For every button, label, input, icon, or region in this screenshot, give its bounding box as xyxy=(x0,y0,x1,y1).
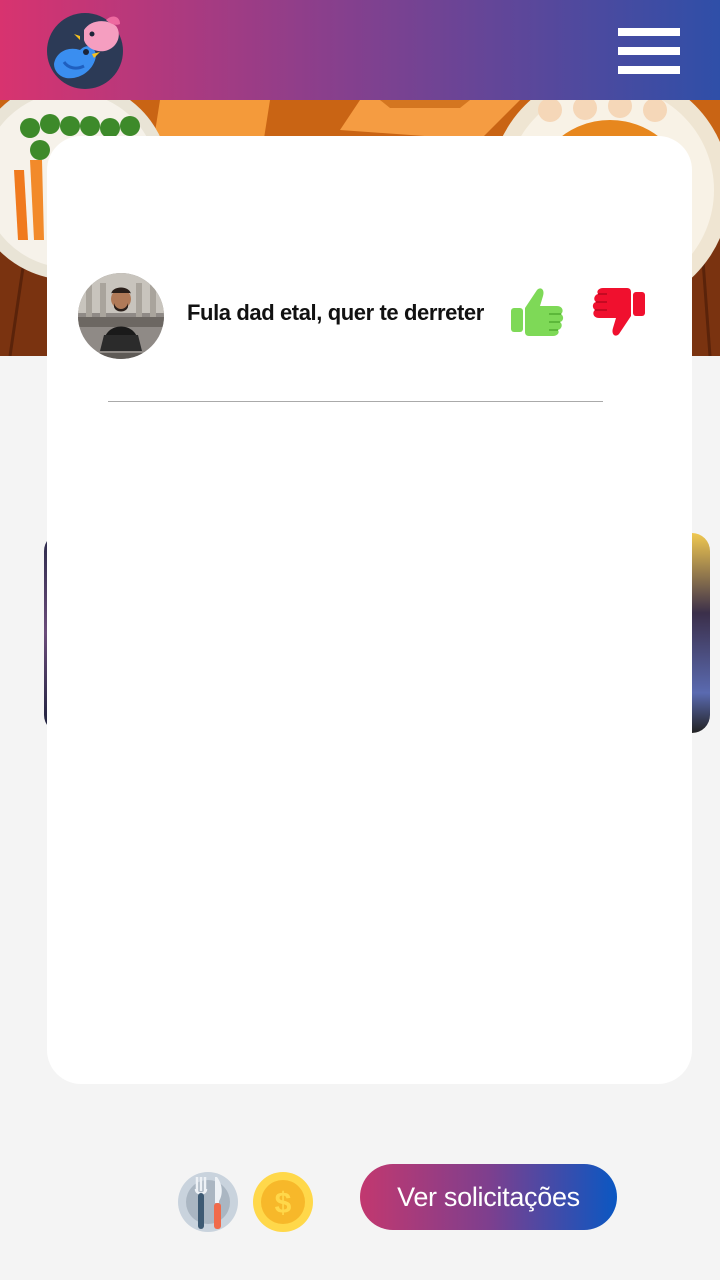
user-avatar-photo xyxy=(78,273,164,359)
ver-solicitacoes-button[interactable]: Ver solicitações xyxy=(360,1164,617,1230)
fork-knife-plate-icon[interactable] xyxy=(177,1171,239,1233)
dollar-coin-icon[interactable]: $ xyxy=(253,1172,313,1232)
svg-text:$: $ xyxy=(275,1187,292,1220)
thumbs-up-icon[interactable] xyxy=(509,286,565,338)
notification-text: Fula dad etal, quer te derreter xyxy=(187,300,484,325)
notification-divider xyxy=(108,401,603,402)
user-avatar[interactable] xyxy=(78,273,164,359)
hamburger-menu-icon[interactable] xyxy=(618,28,680,74)
app-header xyxy=(0,0,720,100)
notifications-card: Fula dad etal, quer te derreter xyxy=(47,136,692,1084)
birds-logo-icon[interactable] xyxy=(46,12,124,90)
thumbs-down-icon[interactable] xyxy=(591,286,647,338)
